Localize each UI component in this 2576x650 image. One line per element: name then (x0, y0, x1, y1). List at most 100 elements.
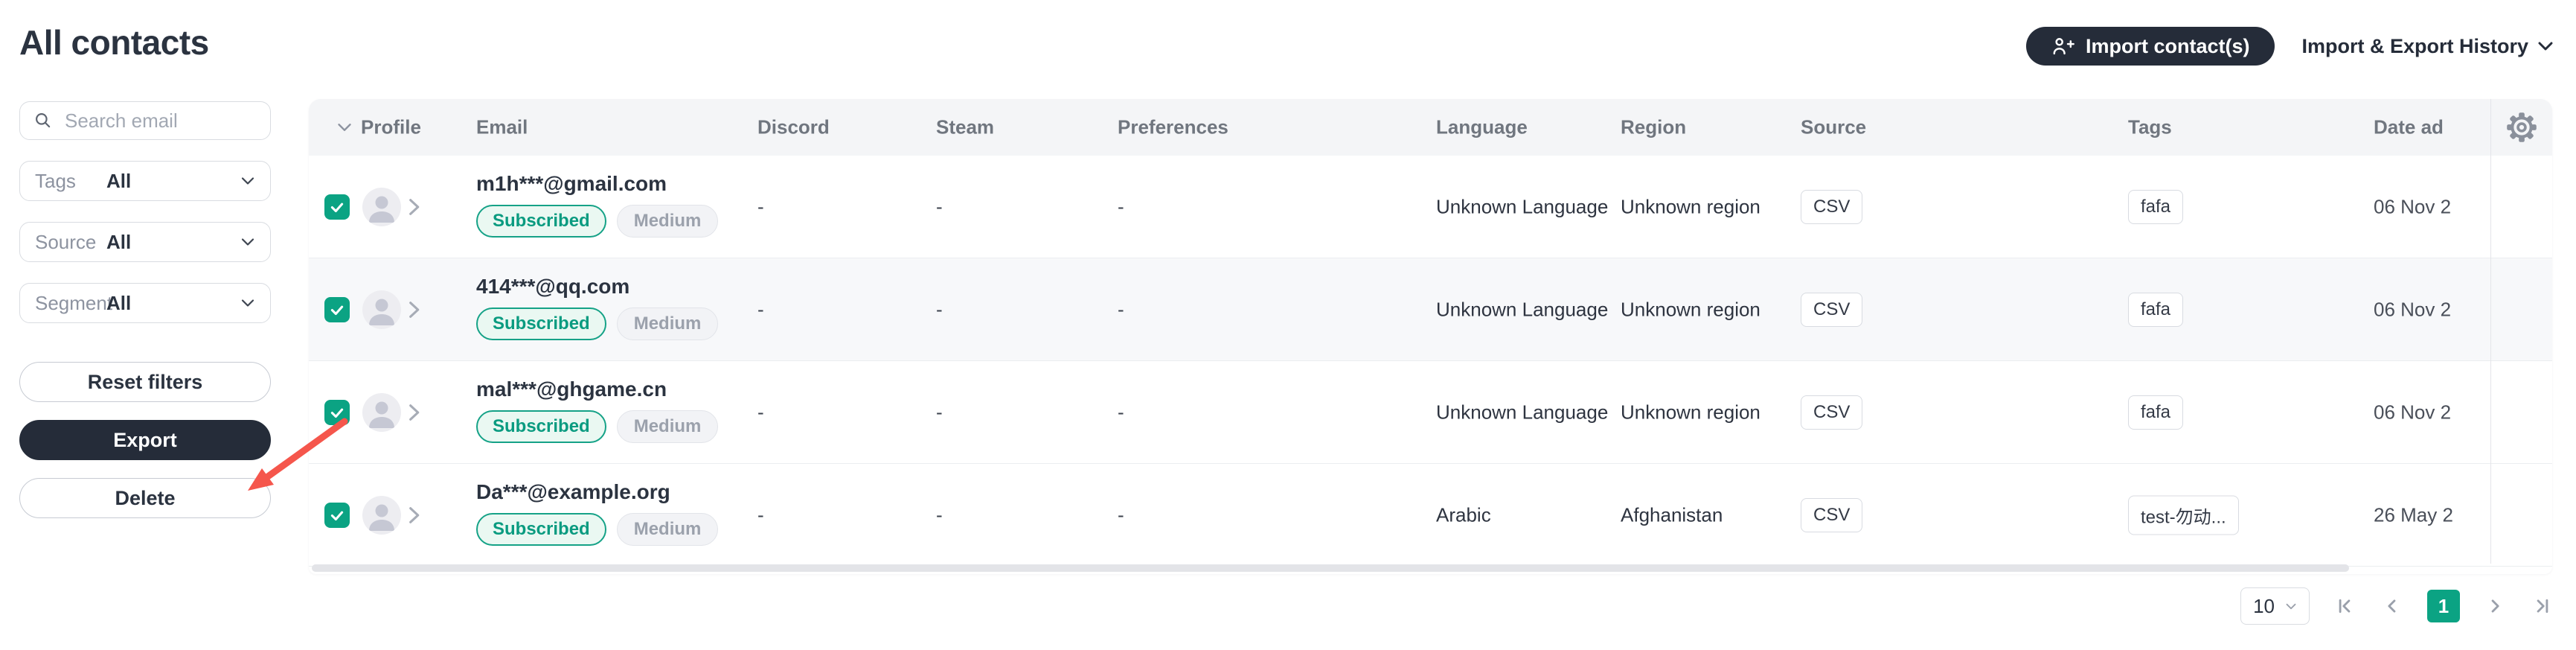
filters-sidebar: Tags All Source All Segment All Reset fi… (19, 101, 271, 518)
preferences-cell: - (1118, 503, 1124, 526)
date-added-cell: 06 Nov 2 (2374, 401, 2485, 424)
row-checkbox[interactable] (324, 503, 350, 528)
source-cell: CSV (1801, 293, 1862, 327)
contact-email: Da***@example.org (476, 480, 718, 504)
prev-page-icon[interactable] (2380, 593, 2405, 619)
history-label: Import & Export History (2301, 35, 2528, 58)
preferences-cell: - (1118, 401, 1124, 424)
export-button[interactable]: Export (19, 420, 271, 460)
gear-icon[interactable] (2505, 111, 2538, 144)
last-page-icon[interactable] (2530, 593, 2555, 619)
search-icon (33, 111, 53, 130)
discord-cell: - (757, 503, 764, 526)
date-added-cell: 26 May 2 (2374, 503, 2485, 526)
source-chip: CSV (1801, 395, 1862, 430)
engagement-badge: Medium (617, 205, 719, 238)
chevron-right-icon[interactable] (406, 300, 421, 319)
region-cell: Unknown region (1621, 195, 1760, 218)
table-header-row: ProfileEmailDiscordSteamPreferencesLangu… (309, 99, 2552, 156)
filter-source-dropdown[interactable]: Source All (19, 222, 271, 262)
filter-value: All (106, 292, 131, 315)
reset-filters-button[interactable]: Reset filters (19, 362, 271, 402)
preferences-cell: - (1118, 298, 1124, 321)
language-cell: Unknown Language (1436, 195, 1608, 218)
column-header-date-ad: Date ad (2374, 116, 2485, 139)
source-chip: CSV (1801, 498, 1862, 532)
table-row[interactable]: 414***@qq.comSubscribedMedium---Unknown … (309, 258, 2552, 361)
chevron-down-icon (240, 237, 255, 247)
contact-email: mal***@ghgame.cn (476, 377, 718, 401)
filter-label: Source (35, 231, 106, 254)
filter-value: All (106, 170, 131, 193)
import-export-history-button[interactable]: Import & Export History (2301, 35, 2554, 58)
current-page-button[interactable]: 1 (2427, 590, 2460, 622)
table-row[interactable]: mal***@ghgame.cnSubscribedMedium---Unkno… (309, 361, 2552, 464)
horizontal-scrollbar[interactable] (312, 564, 2349, 572)
status-badge: Subscribed (476, 513, 606, 546)
avatar (362, 188, 401, 226)
import-button-label: Import contact(s) (2086, 35, 2250, 58)
tag-chip[interactable]: fafa (2128, 395, 2183, 430)
language-cell: Unknown Language (1436, 401, 1608, 424)
discord-cell: - (757, 195, 764, 218)
row-checkbox[interactable] (324, 194, 350, 220)
date-added-cell: 06 Nov 2 (2374, 298, 2485, 321)
filter-value: All (106, 231, 131, 254)
table-row[interactable]: Da***@example.org Subscribed Medium - - - Arab… (309, 464, 2552, 567)
discord-cell: - (757, 298, 764, 321)
search-email-input[interactable] (63, 109, 257, 133)
chevron-down-icon (240, 298, 255, 308)
chevron-right-icon[interactable] (406, 197, 421, 217)
first-page-icon[interactable] (2332, 593, 2357, 619)
pagination: 10 1 (2240, 587, 2555, 625)
contact-email: m1h***@gmail.com (476, 172, 718, 196)
status-badge: Subscribed (476, 308, 606, 340)
status-badge: Subscribed (476, 205, 606, 238)
tag-chip[interactable]: fafa (2128, 190, 2183, 224)
language-cell: Arabic (1436, 503, 1491, 526)
settings-column-divider (2490, 99, 2491, 564)
person-add-icon (2051, 35, 2075, 57)
source-chip: CSV (1801, 293, 1862, 327)
row-checkbox[interactable] (324, 297, 350, 322)
column-header-tags: Tags (2128, 116, 2172, 139)
tags-cell: fafa (2128, 293, 2183, 327)
tag-chip[interactable]: test-勿动... (2128, 495, 2239, 535)
filter-label: Tags (35, 170, 106, 193)
region-cell: Unknown region (1621, 298, 1760, 321)
next-page-icon[interactable] (2482, 593, 2508, 619)
column-header-preferences: Preferences (1118, 116, 1228, 139)
tags-cell: fafa (2128, 395, 2183, 430)
page-title: All contacts (19, 22, 209, 63)
filter-segment-dropdown[interactable]: Segment All (19, 283, 271, 323)
tag-chip[interactable]: fafa (2128, 293, 2183, 327)
filter-tags-dropdown[interactable]: Tags All (19, 161, 271, 201)
date-added-cell: 06 Nov 2 (2374, 195, 2485, 218)
engagement-badge: Medium (617, 308, 719, 340)
status-badge: Subscribed (476, 410, 606, 443)
steam-cell: - (936, 195, 943, 218)
column-header-profile: Profile (361, 116, 421, 139)
chevron-right-icon[interactable] (406, 403, 421, 422)
tags-cell: test-勿动... (2128, 495, 2239, 535)
steam-cell: - (936, 503, 943, 526)
source-cell: CSV (1801, 190, 1862, 224)
preferences-cell: - (1118, 195, 1124, 218)
delete-button[interactable]: Delete (19, 478, 271, 518)
select-all-chevron[interactable] (336, 122, 353, 133)
source-cell: CSV (1801, 395, 1862, 430)
steam-cell: - (936, 298, 943, 321)
engagement-badge: Medium (617, 513, 719, 546)
discord-cell: - (757, 401, 764, 424)
chevron-right-icon[interactable] (406, 506, 421, 525)
search-email-box (19, 101, 271, 140)
page-size-select[interactable]: 10 (2240, 587, 2310, 625)
table-row[interactable]: m1h***@gmail.com Subscribed Medium - - - Unkno… (309, 156, 2552, 258)
import-contacts-button[interactable]: Import contact(s) (2026, 27, 2275, 66)
contacts-table-body: m1h***@gmail.com Subscribed Medium - - - Unkno… (309, 156, 2552, 567)
chevron-down-icon (240, 176, 255, 186)
row-checkbox[interactable] (324, 400, 350, 425)
tags-cell: fafa (2128, 190, 2183, 224)
column-header-language: Language (1436, 116, 1528, 139)
chevron-down-icon (2537, 40, 2554, 52)
